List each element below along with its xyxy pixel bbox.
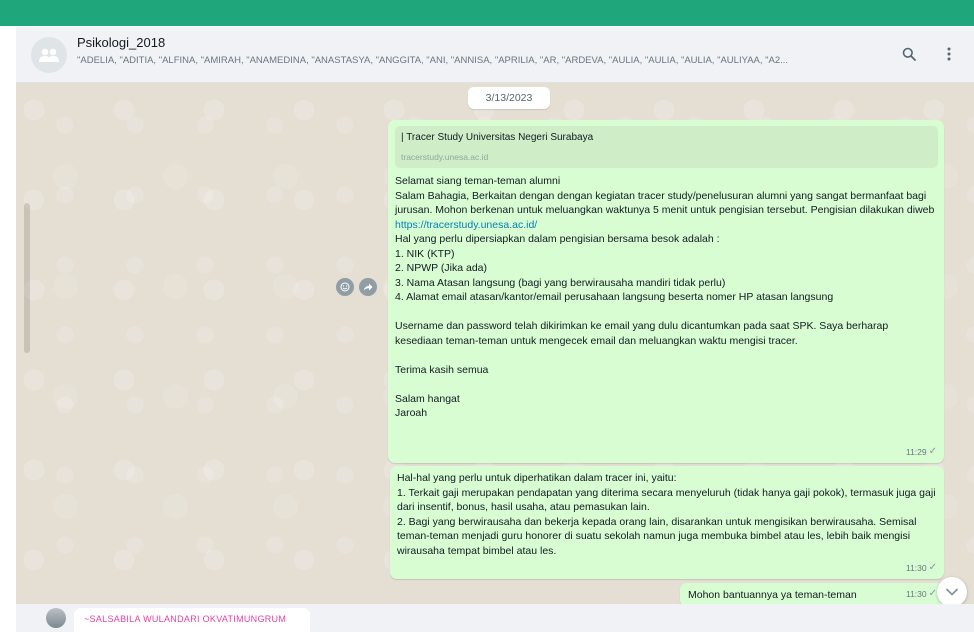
message-link[interactable]: https://tracerstudy.unesa.ac.id/	[395, 219, 537, 231]
chevron-down-icon	[946, 588, 958, 596]
message-text-part: Hal yang perlu dipersiapkan dalam pengis…	[395, 233, 889, 419]
forward-icon	[363, 283, 373, 291]
message-time: 11:29	[905, 447, 927, 457]
sent-check-icon: ✓	[928, 588, 937, 599]
forward-button[interactable]	[359, 278, 377, 296]
message-meta: 11:30 ✓	[906, 587, 937, 601]
emoji-reaction-button[interactable]	[336, 278, 354, 296]
sent-check-icon: ✓	[928, 446, 937, 457]
link-preview[interactable]: | Tracer Study Universitas Negeri Suraba…	[395, 126, 938, 168]
message-text: Selamat siang teman-teman alumni Salam B…	[395, 174, 938, 421]
search-button[interactable]	[896, 41, 922, 67]
link-preview-url: tracerstudy.unesa.ac.id	[401, 152, 489, 162]
message-bubble-outgoing[interactable]: Hal-hal yang perlu untuk diperhatikan da…	[390, 466, 944, 579]
link-preview-title: | Tracer Study Universitas Negeri Suraba…	[401, 132, 594, 143]
message-text-part: Selamat siang teman-teman alumni Salam B…	[395, 175, 935, 216]
group-icon	[39, 48, 59, 62]
menu-kebab-icon	[947, 47, 951, 61]
scrollbar-thumb[interactable]	[24, 203, 30, 353]
group-members-list[interactable]: "ADELIA, "ADITIA, "ALFINA, "AMIRAH, "ANA…	[77, 55, 867, 66]
message-actions	[336, 278, 377, 296]
sender-name[interactable]: ~SALSABILA WULANDARI OKVATIMUNGRUM	[74, 608, 310, 632]
message-time: 11:30	[905, 589, 927, 599]
sent-check-icon: ✓	[928, 562, 937, 573]
message-meta: 11:30 ✓	[906, 561, 937, 575]
chat-panel[interactable]: 3/13/2023 | Tracer Study Universitas Neg…	[16, 83, 974, 604]
menu-button[interactable]	[936, 41, 962, 67]
scroll-to-bottom-button[interactable]	[937, 577, 967, 604]
app-top-bar	[0, 0, 974, 26]
message-text: Hal-hal yang perlu untuk diperhatikan da…	[397, 472, 936, 557]
group-name[interactable]: Psikologi_2018	[77, 35, 165, 50]
search-icon	[902, 47, 916, 61]
sender-avatar[interactable]	[46, 608, 66, 628]
incoming-message-strip: ~SALSABILA WULANDARI OKVATIMUNGRUM	[16, 604, 974, 632]
group-avatar[interactable]	[31, 37, 67, 73]
message-text: Mohon bantuannya ya teman-teman	[688, 589, 857, 601]
emoji-icon	[340, 282, 350, 292]
chat-header[interactable]: Psikologi_2018 "ADELIA, "ADITIA, "ALFINA…	[16, 27, 974, 83]
date-separator: 3/13/2023	[468, 87, 550, 109]
message-bubble-outgoing[interactable]: | Tracer Study Universitas Negeri Suraba…	[388, 120, 944, 463]
message-meta: 11:29 ✓	[906, 445, 937, 459]
message-time: 11:30	[905, 563, 927, 573]
message-bubble-outgoing[interactable]: Mohon bantuannya ya teman-teman 11:30 ✓	[680, 583, 944, 604]
